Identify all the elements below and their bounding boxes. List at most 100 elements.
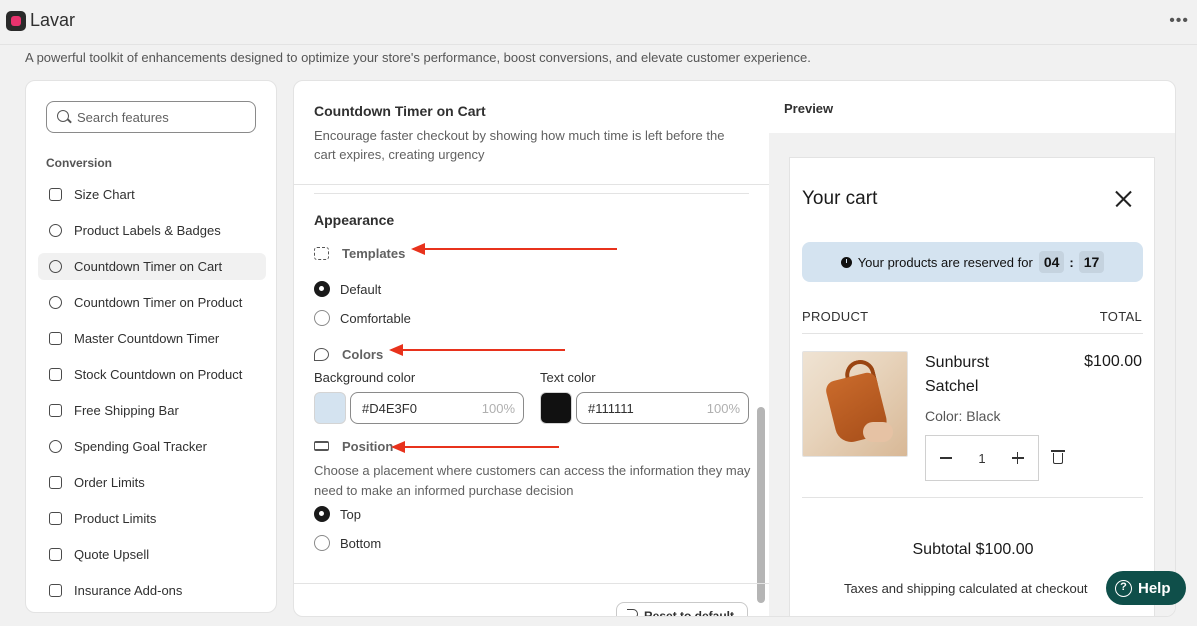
undo-icon: [627, 609, 638, 616]
sidebar-item-master-countdown-timer[interactable]: Master Countdown Timer: [38, 325, 266, 352]
paint-bucket-icon: [314, 347, 329, 361]
radio-label: Comfortable: [340, 310, 411, 326]
clock-icon: [49, 260, 62, 273]
radio-button[interactable]: [314, 535, 330, 551]
sidebar-item-product-labels[interactable]: Product Labels & Badges: [38, 217, 266, 244]
clock-icon: [49, 296, 62, 309]
sidebar-item-order-limits[interactable]: Order Limits: [38, 469, 266, 496]
top-bar-divider: [0, 44, 1197, 45]
settings-description: Encourage faster checkout by showing how…: [314, 128, 725, 162]
sidebar-item-quote-upsell[interactable]: Quote Upsell: [38, 541, 266, 568]
background-color-field[interactable]: #D4E3F0 100%: [350, 392, 524, 424]
divider: [802, 333, 1143, 334]
background-color-swatch[interactable]: [314, 392, 346, 424]
app-subtitle: A powerful toolkit of enhancements desig…: [25, 50, 811, 65]
inbox-icon: [49, 476, 62, 489]
background-color-opacity: 100%: [481, 401, 515, 416]
sidebar-item-label: Size Chart: [74, 187, 135, 202]
quantity-value[interactable]: 1: [978, 451, 985, 466]
plus-icon[interactable]: [1011, 452, 1024, 464]
settings-scrollbar[interactable]: [757, 407, 765, 603]
product-variant: Color: Black: [925, 408, 1001, 424]
sidebar-item-label: Insurance Add-ons: [74, 583, 183, 597]
annotation-arrow-colors: [389, 344, 565, 356]
radio-button[interactable]: [314, 506, 330, 522]
timer-seconds: 17: [1078, 251, 1105, 273]
sidebar-item-insurance-addons[interactable]: Insurance Add-ons: [38, 577, 266, 597]
template-option-default[interactable]: Default: [314, 280, 381, 298]
colors-heading: Colors: [314, 345, 383, 363]
timer-separator: :: [1069, 254, 1074, 270]
product-price: $100.00: [1084, 353, 1142, 370]
colors-label: Colors: [342, 346, 384, 362]
text-color-field[interactable]: #111111 100%: [576, 392, 749, 424]
sidebar-item-product-limits[interactable]: Product Limits: [38, 505, 266, 532]
list-icon: [49, 548, 62, 561]
template-option-comfortable[interactable]: Comfortable: [314, 309, 411, 327]
sidebar-item-countdown-timer-cart[interactable]: Countdown Timer on Cart: [38, 253, 266, 280]
help-button[interactable]: ? Help: [1106, 571, 1186, 605]
sidebar-item-label: Free Shipping Bar: [74, 403, 179, 418]
product-image[interactable]: [802, 351, 908, 457]
help-label: Help: [1138, 579, 1171, 597]
sidebar-item-stock-countdown[interactable]: Stock Countdown on Product: [38, 361, 266, 388]
sidebar-item-free-shipping-bar[interactable]: Free Shipping Bar: [38, 397, 266, 424]
text-color-opacity: 100%: [706, 401, 740, 416]
truck-icon: [49, 404, 62, 417]
background-color-hex: #D4E3F0: [362, 401, 417, 416]
feature-sidebar: Conversion Size Chart Product Labels & B…: [25, 80, 277, 613]
database-icon: [49, 368, 62, 381]
timer-icon: [49, 332, 62, 345]
sidebar-item-spending-goal[interactable]: Spending Goal Tracker: [38, 433, 266, 460]
sidebar-item-label: Countdown Timer on Product: [74, 295, 243, 310]
timer-text: Your products are reserved for: [857, 254, 1033, 270]
position-option-bottom[interactable]: Bottom: [314, 534, 381, 552]
appearance-heading: Appearance: [314, 212, 395, 228]
cart-title: Your cart: [802, 188, 878, 209]
reset-to-default-button[interactable]: Reset to default: [616, 602, 748, 617]
close-icon[interactable]: [1112, 188, 1134, 210]
position-option-top[interactable]: Top: [314, 505, 361, 523]
sidebar-item-label: Product Limits: [74, 511, 157, 526]
radio-button[interactable]: [314, 310, 330, 326]
sidebar-item-countdown-timer-product[interactable]: Countdown Timer on Product: [38, 289, 266, 316]
templates-icon: [314, 246, 329, 260]
section-label-conversion: Conversion: [46, 156, 113, 170]
search-input[interactable]: [77, 108, 247, 126]
annotation-arrow-position: [391, 441, 559, 453]
sidebar-item-label: Master Countdown Timer: [74, 331, 220, 346]
countdown-timer-bar: Your products are reserved for 04 : 17: [802, 242, 1143, 282]
app-title: Lavar: [30, 10, 76, 30]
column-header-product: PRODUCT: [802, 309, 869, 324]
top-bar: Lavar •••: [0, 0, 1197, 44]
templates-label: Templates: [342, 245, 406, 261]
cart-subtotal: Subtotal $100.00: [912, 541, 1034, 558]
sidebar-item-label: Countdown Timer on Cart: [74, 259, 223, 274]
sidebar-item-label: Product Labels & Badges: [74, 223, 221, 238]
more-options-icon[interactable]: •••: [1169, 12, 1189, 30]
radio-button[interactable]: [314, 281, 330, 297]
trash-icon[interactable]: [1051, 450, 1065, 464]
sidebar-item-size-chart[interactable]: Size Chart: [38, 181, 266, 208]
clock-icon: [840, 256, 852, 268]
product-name[interactable]: Sunburst Satchel: [925, 351, 1035, 399]
position-label: Position: [342, 438, 394, 454]
question-icon: ?: [1115, 579, 1132, 597]
sidebar-item-label: Quote Upsell: [74, 547, 150, 562]
reset-label: Reset to default: [644, 609, 735, 617]
annotation-arrow-templates: [411, 243, 617, 255]
search-box[interactable]: [46, 101, 256, 133]
background-color-label: Background color: [314, 370, 416, 385]
divider: [314, 193, 749, 194]
sidebar-item-label: Stock Countdown on Product: [74, 367, 243, 382]
settings-header: Countdown Timer on Cart Encourage faster…: [294, 81, 769, 185]
settings-title: Countdown Timer on Cart: [314, 103, 486, 119]
search-icon: [57, 110, 69, 122]
radio-label: Default: [340, 281, 382, 297]
text-color-swatch[interactable]: [540, 392, 572, 424]
radio-label: Top: [340, 506, 361, 522]
radio-label: Bottom: [340, 535, 382, 551]
minus-icon[interactable]: [940, 457, 952, 459]
shield-icon: [49, 584, 62, 597]
cart-preview: Your cart Your products are reserved for…: [789, 157, 1155, 616]
